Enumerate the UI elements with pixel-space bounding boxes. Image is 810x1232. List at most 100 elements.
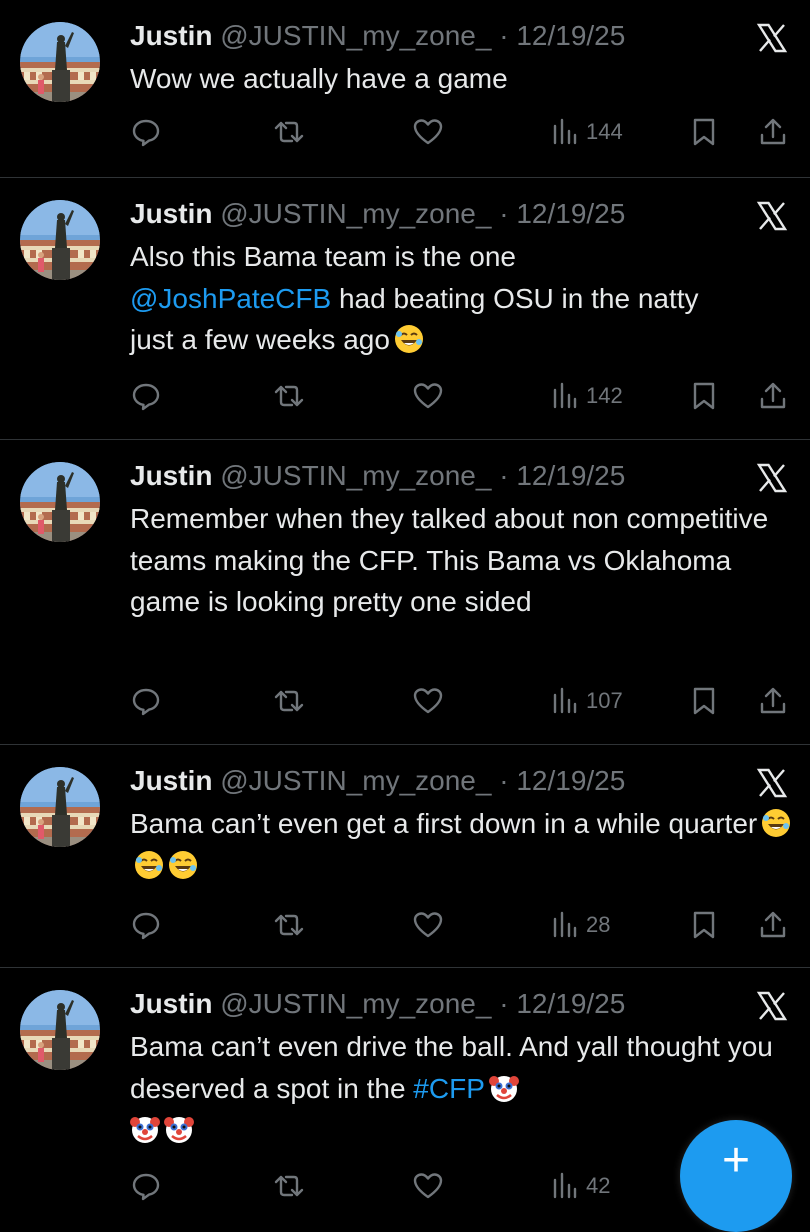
comment-bubble-icon xyxy=(132,383,160,411)
reply-button[interactable] xyxy=(130,681,162,721)
display-name[interactable]: Justin xyxy=(130,765,212,796)
bookmark-button[interactable] xyxy=(690,376,718,416)
reply-button[interactable] xyxy=(130,905,162,945)
hashtag-link[interactable]: #CFP xyxy=(413,1073,485,1104)
separator-dot: · xyxy=(491,20,517,51)
user-handle[interactable]: @JUSTIN_my_zone_ xyxy=(220,765,491,796)
like-button[interactable] xyxy=(412,905,444,945)
retweet-button[interactable] xyxy=(272,376,306,416)
bar-chart-icon xyxy=(553,911,577,938)
avatar[interactable] xyxy=(20,22,100,102)
views-button[interactable]: 42 xyxy=(550,1166,610,1206)
heart-icon xyxy=(413,119,443,145)
user-handle[interactable]: @JUSTIN_my_zone_ xyxy=(220,988,491,1019)
user-handle[interactable]: @JUSTIN_my_zone_ xyxy=(220,20,491,51)
avatar[interactable] xyxy=(20,767,100,847)
bar-chart-icon xyxy=(553,1172,577,1199)
mention-link[interactable]: @JoshPateCFB xyxy=(130,283,331,314)
tweet[interactable]: Justin @JUSTIN_my_zone_ · 12/19/25 Wow w… xyxy=(0,0,810,178)
tweet-header: Justin @JUSTIN_my_zone_ · 12/19/25 xyxy=(130,763,625,799)
tweet-date[interactable]: 12/19/25 xyxy=(516,198,625,229)
views-button[interactable]: 144 xyxy=(550,112,623,152)
comment-bubble-icon xyxy=(132,1173,160,1201)
display-name[interactable]: Justin xyxy=(130,20,212,51)
avatar[interactable] xyxy=(20,462,100,542)
share-button[interactable] xyxy=(758,376,788,416)
separator-dot: · xyxy=(491,765,517,796)
user-handle[interactable]: @JUSTIN_my_zone_ xyxy=(220,460,491,491)
bookmark-button[interactable] xyxy=(690,905,718,945)
like-button[interactable] xyxy=(412,1166,444,1206)
avatar[interactable] xyxy=(20,990,100,1070)
tweet-text-body: Bama can’t even get a first down in a wh… xyxy=(130,808,758,839)
tweet-date[interactable]: 12/19/25 xyxy=(516,765,625,796)
share-button[interactable] xyxy=(758,681,788,721)
tweet-text-line: just a few weeks ago xyxy=(130,324,390,355)
tweet-actions: 144 xyxy=(130,112,795,152)
retweet-icon xyxy=(274,690,304,712)
tweet[interactable]: Justin @JUSTIN_my_zone_ · 12/19/25 Remem… xyxy=(0,440,810,745)
clown-emoji-icon xyxy=(130,1115,160,1144)
display-name[interactable]: Justin xyxy=(130,460,212,491)
like-button[interactable] xyxy=(412,112,444,152)
heart-icon xyxy=(413,688,443,714)
retweet-button[interactable] xyxy=(272,681,306,721)
share-icon xyxy=(760,687,786,714)
reply-button[interactable] xyxy=(130,1166,162,1206)
tweet-header: Justin @JUSTIN_my_zone_ · 12/19/25 xyxy=(130,986,625,1022)
bookmark-icon xyxy=(693,118,715,146)
tweet-date[interactable]: 12/19/25 xyxy=(516,460,625,491)
retweet-button[interactable] xyxy=(272,905,306,945)
share-icon xyxy=(760,911,786,938)
clown-emoji-icon xyxy=(164,1115,194,1144)
view-count: 42 xyxy=(586,1173,611,1198)
tweet-actions: 28 xyxy=(130,905,795,945)
tweet[interactable]: Justin @JUSTIN_my_zone_ · 12/19/25 Also … xyxy=(0,178,810,440)
separator-dot: · xyxy=(491,460,517,491)
heart-icon xyxy=(413,1173,443,1199)
x-logo-icon xyxy=(756,463,788,493)
heart-icon xyxy=(413,383,443,409)
tweet-date[interactable]: 12/19/25 xyxy=(516,20,625,51)
reply-button[interactable] xyxy=(130,112,162,152)
comment-bubble-icon xyxy=(132,119,160,147)
rofl-emoji-icon xyxy=(393,324,424,354)
like-button[interactable] xyxy=(412,376,444,416)
bookmark-icon xyxy=(693,911,715,939)
bar-chart-icon xyxy=(553,382,577,409)
view-count: 142 xyxy=(586,383,623,408)
views-button[interactable]: 28 xyxy=(550,905,610,945)
tweet[interactable]: Justin @JUSTIN_my_zone_ · 12/19/25 Bama … xyxy=(0,745,810,968)
retweet-icon xyxy=(274,385,304,407)
tweet-text: Remember when they talked about non comp… xyxy=(130,503,776,617)
retweet-button[interactable] xyxy=(272,112,306,152)
display-name[interactable]: Justin xyxy=(130,988,212,1019)
views-button[interactable]: 142 xyxy=(550,376,623,416)
tweet-date[interactable]: 12/19/25 xyxy=(516,988,625,1019)
views-button[interactable]: 107 xyxy=(550,681,623,721)
bookmark-button[interactable] xyxy=(690,112,718,152)
share-button[interactable] xyxy=(758,112,788,152)
comment-bubble-icon xyxy=(132,912,160,940)
view-count: 28 xyxy=(586,912,611,937)
share-icon xyxy=(760,382,786,409)
retweet-button[interactable] xyxy=(272,1166,306,1206)
display-name[interactable]: Justin xyxy=(130,198,212,229)
bar-chart-icon xyxy=(553,118,577,145)
bookmark-button[interactable] xyxy=(690,681,718,721)
x-logo-icon xyxy=(756,768,788,798)
reply-button[interactable] xyxy=(130,376,162,416)
user-handle[interactable]: @JUSTIN_my_zone_ xyxy=(220,198,491,229)
share-button[interactable] xyxy=(758,905,788,945)
tweet-header: Justin @JUSTIN_my_zone_ · 12/19/25 xyxy=(130,458,625,494)
tweet-text-line: had beating OSU in the natty xyxy=(331,282,699,314)
bookmark-icon xyxy=(693,382,715,410)
x-logo-icon xyxy=(756,23,788,53)
like-button[interactable] xyxy=(412,681,444,721)
avatar[interactable] xyxy=(20,200,100,280)
rofl-emoji-icon xyxy=(168,849,198,880)
compose-button[interactable]: + xyxy=(680,1120,792,1232)
separator-dot: · xyxy=(491,198,517,229)
plus-icon: + xyxy=(721,1133,751,1187)
tweet-text: Bama can’t even get a first down in a wh… xyxy=(130,803,795,886)
